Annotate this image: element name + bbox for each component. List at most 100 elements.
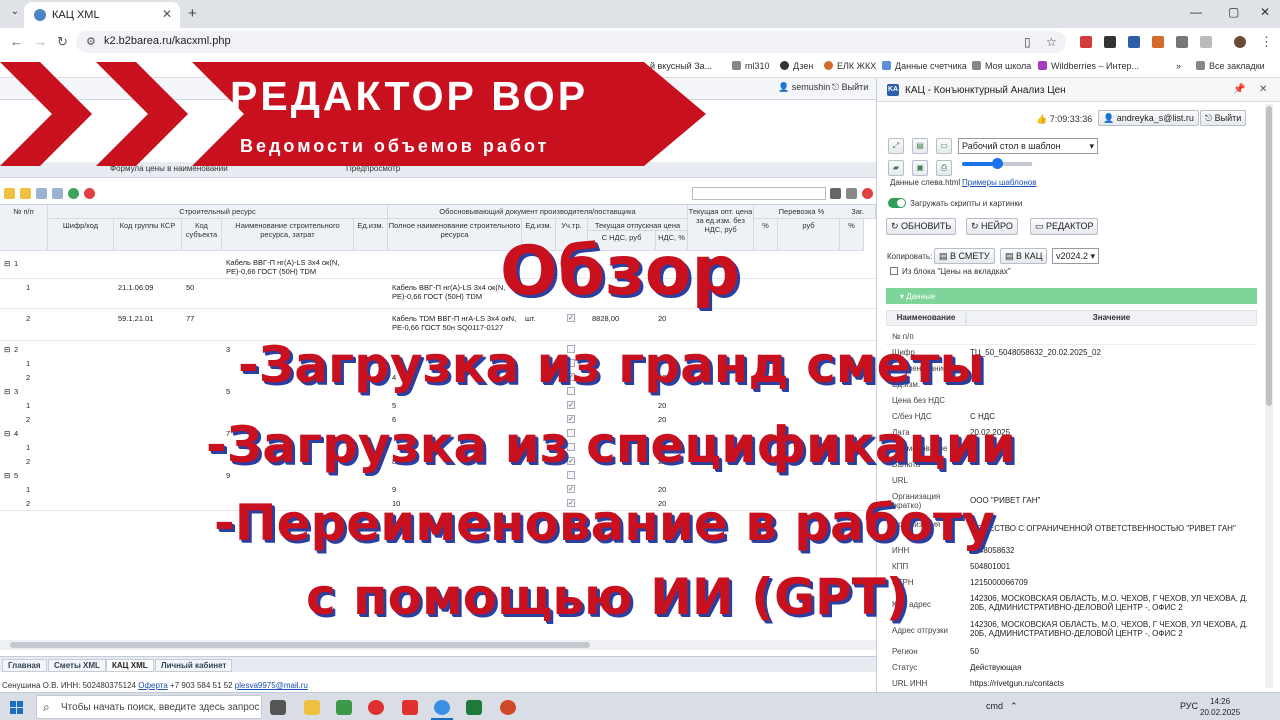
page-icon[interactable]: ▯ [1024, 35, 1031, 49]
taskbar-clock[interactable]: 14:26 20.02.2025 [1200, 696, 1240, 718]
side-panel-icon[interactable] [1200, 36, 1212, 48]
col-num[interactable]: № п/п [0, 205, 48, 251]
fullscreen-icon[interactable]: ⤢ [888, 138, 904, 154]
group-expander[interactable]: ⊟ [4, 259, 10, 268]
col-code[interactable]: Шифр/код [48, 219, 114, 251]
panel-scroll-thumb[interactable] [1266, 106, 1272, 406]
open-folder-icon[interactable] [4, 188, 15, 199]
group-expander[interactable]: ⊟ [4, 429, 10, 438]
browser-menu-icon[interactable]: ⋮ [1260, 34, 1273, 50]
scroll-thumb[interactable] [10, 642, 590, 648]
extension-icon[interactable] [1152, 36, 1164, 48]
tab-cabinet[interactable]: Личный кабинет [155, 659, 233, 672]
bookmark-item[interactable]: ml310 [732, 61, 770, 71]
col-subject[interactable]: Код субъекта [182, 219, 222, 251]
neuro-button[interactable]: ↻ НЕЙРО [966, 218, 1018, 235]
to-smeta-button[interactable]: ▤ В СМЕТУ [934, 248, 995, 264]
col-transport-pct[interactable]: % [754, 219, 778, 251]
template-select[interactable]: Рабочий стол в шаблон [958, 138, 1098, 154]
bookmark-item[interactable]: Wildberries – Интер... [1038, 61, 1139, 71]
col-name[interactable]: Наименование строительного ресурса, затр… [222, 219, 354, 251]
extension-icon[interactable] [1104, 36, 1116, 48]
editor-button[interactable]: ▭ РЕДАКТОР [1030, 218, 1099, 235]
col-unit[interactable]: Ед.изм. [354, 219, 388, 251]
col-ksr[interactable]: Код группы КСР [114, 219, 182, 251]
load-scripts-toggle[interactable] [888, 198, 906, 208]
col-transport-rub[interactable]: руб [778, 219, 840, 251]
account-button[interactable]: 👤 andreyka_s@list.ru [1098, 110, 1199, 126]
bookmark-item[interactable]: Все закладки [1196, 61, 1265, 71]
version-select[interactable]: v2024.2 [1052, 248, 1099, 264]
minimize-icon[interactable]: — [1190, 5, 1202, 19]
row-checkbox[interactable]: ✓ [567, 485, 575, 493]
excel-icon[interactable] [466, 700, 482, 715]
maximize-icon[interactable]: ▢ [1228, 5, 1239, 19]
bookmark-item[interactable]: Дзен [780, 61, 813, 71]
collapse-icon[interactable] [52, 188, 63, 199]
site-info-icon[interactable]: ⚙ [86, 35, 96, 48]
tray-cmd[interactable]: cmd [986, 701, 1003, 711]
yandex-icon[interactable] [402, 700, 418, 715]
zoom-slider-thumb[interactable] [992, 158, 1003, 169]
yandex-browser-icon[interactable] [368, 700, 384, 715]
data-section-header[interactable] [886, 288, 1257, 304]
from-block-checkbox[interactable] [890, 267, 898, 275]
refresh-button[interactable]: ↻ ОБНОВИТЬ [886, 218, 957, 235]
examples-link[interactable]: Примеры шаблонов [962, 178, 1036, 187]
profile-avatar[interactable] [1234, 36, 1246, 48]
panel-logout-button[interactable]: ⎋ Выйти [1200, 110, 1247, 126]
horizontal-scrollbar[interactable] [0, 640, 876, 650]
forward-icon[interactable]: → [34, 34, 47, 49]
copy-icon[interactable]: ▤ [912, 138, 928, 154]
grid-search-input[interactable] [692, 187, 826, 200]
pin-icon[interactable]: 📌 [1233, 84, 1245, 95]
tab-main[interactable]: Главная [2, 659, 47, 672]
columns-icon[interactable] [830, 188, 841, 199]
bookmark-item[interactable]: ЕЛК ЖКХ [824, 61, 876, 71]
taskbar-search[interactable]: ⌕ Чтобы начать поиск, введите здесь запр… [36, 695, 262, 719]
kac-extension-icon[interactable] [1128, 36, 1140, 48]
col-zag-pct[interactable]: % [840, 219, 864, 251]
group-expander[interactable]: ⊟ [4, 345, 10, 354]
task-view-icon[interactable] [270, 700, 286, 715]
tab-smety-xml[interactable]: Сметы XML [48, 659, 106, 672]
row-checkbox[interactable]: ✓ [567, 314, 575, 322]
window-close-icon[interactable]: ✕ [1260, 5, 1270, 19]
address-bar[interactable]: ⚙ k2.b2barea.ru/kacxml.php ▯ ☆ [76, 31, 1066, 53]
oferta-link[interactable]: Оферта [138, 681, 168, 690]
notepad-icon[interactable] [336, 700, 352, 715]
group-expander[interactable]: ⊟ [4, 471, 10, 480]
windows-start-icon[interactable] [10, 701, 23, 714]
tray-language[interactable]: РУС [1180, 701, 1198, 711]
group-expander[interactable]: ⊟ [4, 387, 10, 396]
panel-close-icon[interactable]: ✕ [1259, 84, 1267, 95]
browser-tab[interactable]: КАЦ XML ✕ [24, 2, 180, 28]
chrome-icon[interactable] [434, 700, 450, 715]
new-tab-icon[interactable]: + [188, 5, 197, 22]
folder-icon[interactable]: ▰ [888, 160, 904, 176]
print-icon[interactable]: ⎙ [936, 160, 952, 176]
save-icon[interactable] [20, 188, 31, 199]
reload-icon[interactable]: ↻ [57, 34, 68, 50]
back-icon[interactable]: ← [10, 34, 23, 49]
powerpoint-icon[interactable] [500, 700, 516, 715]
tab-kac-xml[interactable]: КАЦ XML [106, 659, 154, 672]
bookmark-star-icon[interactable]: ☆ [1046, 35, 1057, 49]
expand-icon[interactable] [36, 188, 47, 199]
filter-icon[interactable] [846, 188, 857, 199]
image-icon[interactable]: ▣ [912, 160, 928, 176]
adblock-extension-icon[interactable] [1080, 36, 1092, 48]
tab-search-chevron-icon[interactable]: ⌄ [8, 6, 22, 20]
row-checkbox[interactable]: ✓ [567, 401, 575, 409]
delete-icon[interactable] [84, 188, 95, 199]
tab-close-icon[interactable]: ✕ [162, 7, 172, 21]
monitor-icon[interactable]: ▭ [936, 138, 952, 154]
extensions-puzzle-icon[interactable] [1176, 36, 1188, 48]
logout-button[interactable]: ⎋ Выйти [832, 82, 868, 93]
email-link[interactable]: plesva9975@mail.ru [235, 681, 308, 690]
clear-filter-icon[interactable] [862, 188, 873, 199]
to-kac-button[interactable]: ▤ В КАЦ [1000, 248, 1048, 264]
file-explorer-icon[interactable] [304, 700, 320, 715]
refresh-icon[interactable] [68, 188, 79, 199]
tray-chevron-icon[interactable]: ⌃ [1010, 701, 1018, 712]
